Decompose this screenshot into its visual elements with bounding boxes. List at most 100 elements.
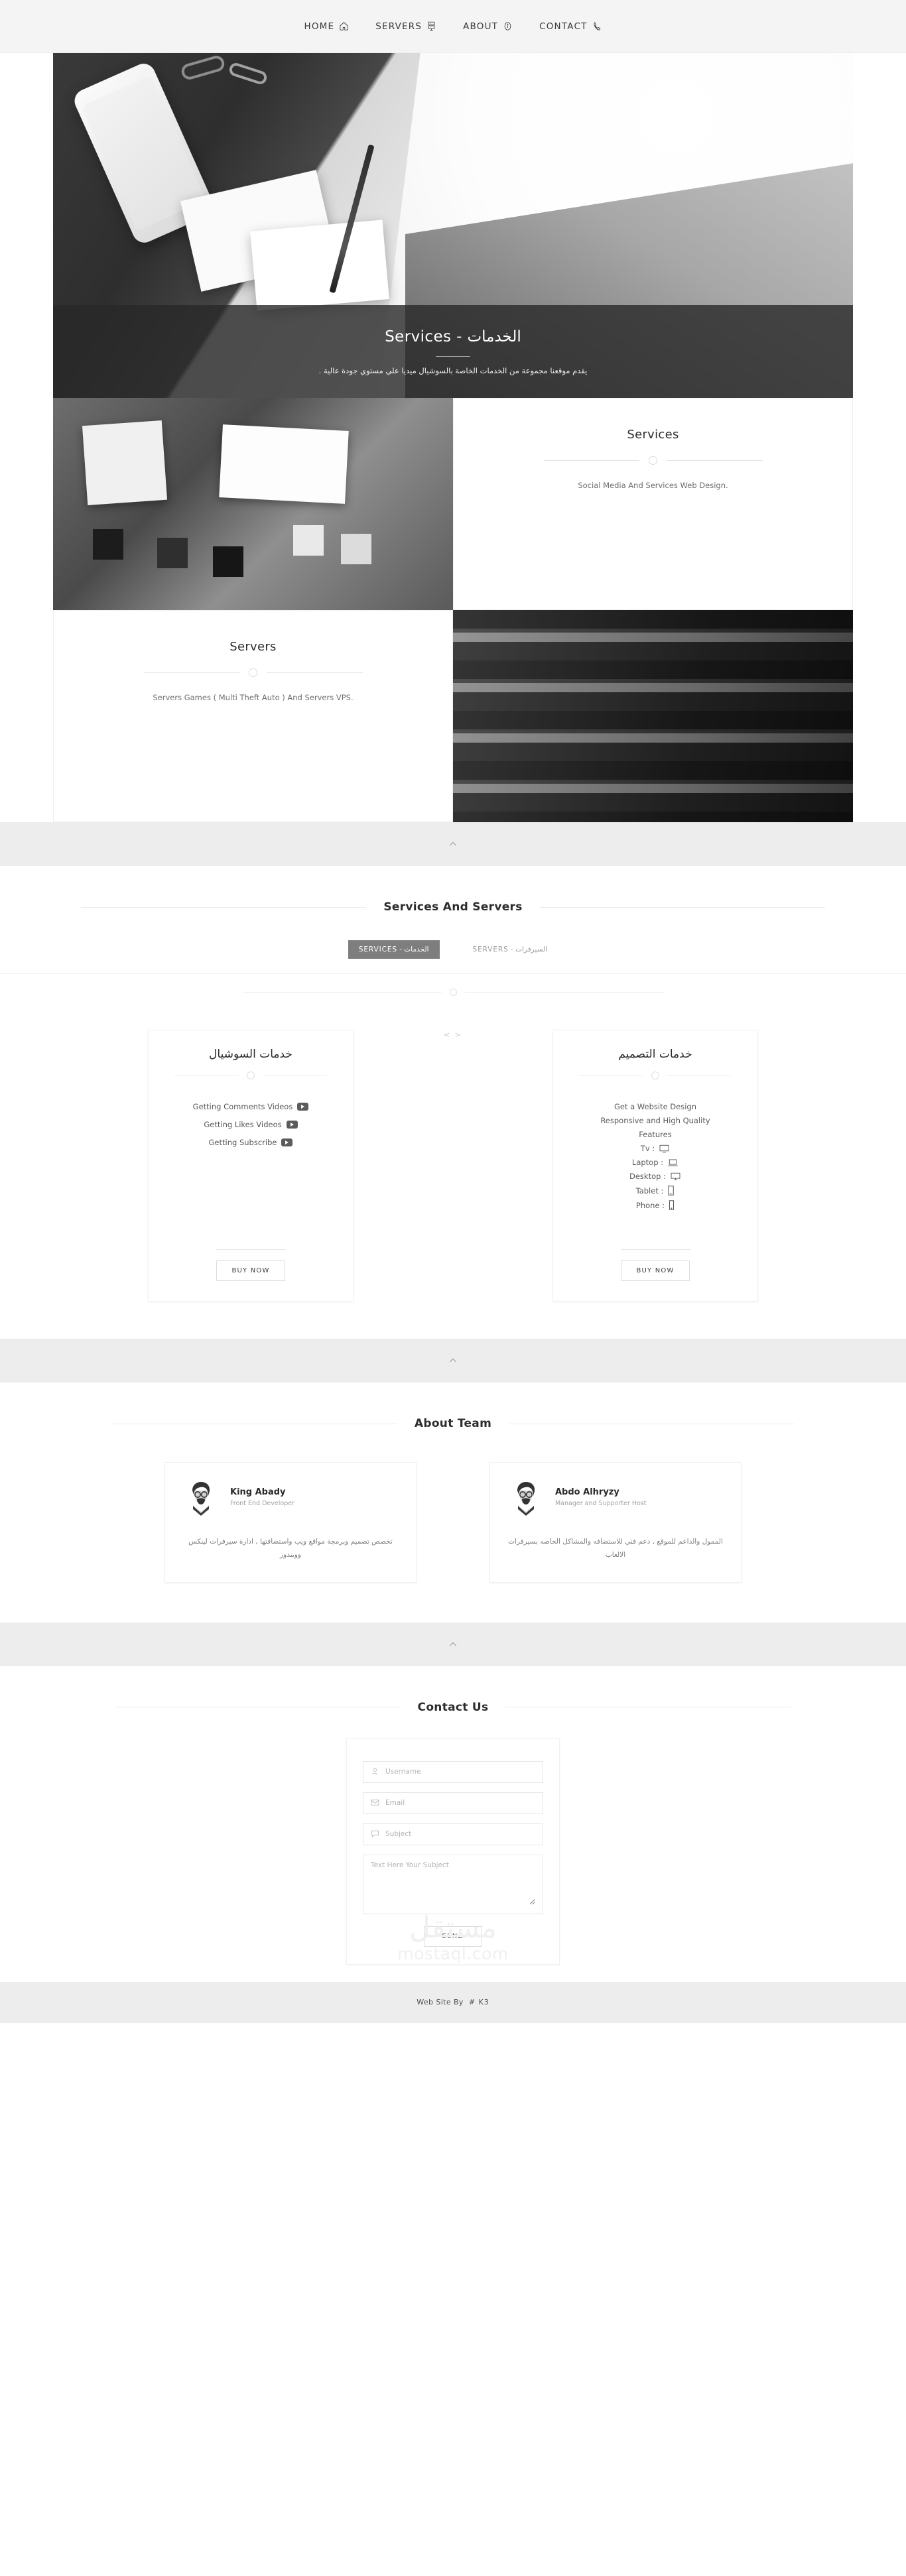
scroll-up-band-2[interactable] [0,1339,906,1382]
hero-banner-subtitle: يقدم موقعنا مجموعة من الخدمات الخاصة بال… [318,365,588,375]
chevron-up-icon [448,1355,458,1366]
nav-label-servers: SERVERS [375,21,422,32]
contact-section-title: Contact Us [417,1700,489,1714]
feature-row-services: Services Social Media And Services Web D… [53,398,853,610]
nav-item-about[interactable]: ABOUT [463,21,513,32]
device-label: Laptop : [631,1158,664,1167]
feature-cards: Services Social Media And Services Web D… [53,398,853,822]
user-icon [371,1766,379,1778]
team-section-title: About Team [414,1417,492,1430]
send-button[interactable]: SEND [424,1926,482,1947]
tablet-icon [667,1186,675,1196]
hero-section: Services - الخدمات يقدم موقعنا مجموعة من… [0,53,906,398]
username-field[interactable] [363,1760,543,1783]
buy-now-button-design[interactable]: BUY NOW [621,1260,690,1281]
divider-circle-icon [249,668,257,677]
team-cards: King Abady Front End Developer تخصص تصمي… [0,1462,906,1623]
tabs-divider-line-right [464,992,664,993]
tabs-divider [0,989,906,996]
youtube-icon [286,1121,298,1129]
subject-input[interactable] [385,1830,535,1839]
hero-note-shape-2 [249,219,389,311]
divider-circle-icon [247,1072,255,1079]
feature-item: Getting Comments Videos [193,1102,309,1111]
divider-line-left [174,1075,239,1076]
servers-photo [453,610,853,822]
team-member-description: الممول والداعم للموقع , دعم فني للاستضاف… [508,1538,723,1559]
design-card-divider [579,1072,732,1079]
phone-device-icon [669,1200,675,1210]
social-tile-1 [93,529,124,560]
footer-text: Web Site By [417,1998,464,2007]
device-row-tablet: Tablet : [636,1186,675,1196]
laptop-icon [667,1158,679,1167]
nav-item-contact[interactable]: CONTACT [539,21,602,32]
nav-item-home[interactable]: HOME [304,21,349,32]
services-title: Services [627,428,679,442]
hero-paperclip-shape [179,54,226,82]
email-field[interactable] [363,1792,543,1814]
youtube-icon [297,1103,309,1111]
team-member-name: King Abady [230,1487,286,1497]
services-text-panel: Services Social Media And Services Web D… [453,398,853,610]
pricing-card-social: خدمات السوشيال Getting Comments Videos G… [148,1030,354,1302]
feature-item: Getting Likes Videos [204,1120,298,1129]
username-input[interactable] [385,1768,535,1776]
heading-rule-right [539,906,825,908]
nav-item-servers[interactable]: SERVERS [375,21,436,32]
design-card-title: خدمات التصميم [618,1048,692,1061]
scroll-up-band-1[interactable] [0,822,906,866]
tabs-divider-line-left [242,992,442,993]
pricing-card-design: خدمات التصميم Get a Website Design Respo… [552,1030,758,1302]
tab-services[interactable]: الخدمات - SERVICES [348,940,440,959]
card-foot-rule [216,1249,286,1250]
buy-now-button-social[interactable]: BUY NOW [216,1260,285,1281]
message-box[interactable] [363,1854,543,1914]
divider-circle-icon [649,456,657,465]
divider-line-right [667,1075,732,1076]
feature-label: Getting Likes Videos [204,1120,282,1129]
message-textarea[interactable] [371,1861,535,1905]
desktop-icon [670,1172,681,1181]
info-icon [503,21,513,31]
contact-section-heading: Contact Us [0,1666,906,1714]
services-photo [53,398,453,610]
chevron-up-icon [448,1639,458,1650]
scroll-up-band-3[interactable] [0,1622,906,1666]
services-and-servers-section: Services And Servers الخدمات - SERVICES … [0,866,906,1339]
design-line: Get a Website Design [614,1102,697,1111]
divider-line-left [143,672,239,673]
pricing-cards: خدمات السوشيال Getting Comments Videos G… [0,1030,906,1339]
services-section-heading: Services And Servers [0,866,906,914]
device-row-laptop: Laptop : [632,1158,679,1167]
device-row-desktop: Desktop : [629,1172,681,1181]
about-team-section: About Team King Abady Front End Develope… [0,1382,906,1623]
feature-label: Getting Comments Videos [192,1102,293,1111]
social-tile-4 [292,525,324,556]
email-input[interactable] [385,1799,535,1808]
home-icon [339,21,349,31]
divider-line-left [543,460,639,461]
social-tile-3 [213,546,244,577]
team-member-description: تخصص تصميم وبرمجة مواقع ويب واستضافتها ,… [188,1538,393,1559]
top-navigation: HOME SERVERS ABOUT CONTACT [0,0,906,53]
tab-servers[interactable]: السيرفرات - SERVERS [462,940,558,959]
hero-banner-rule [436,355,470,357]
bearded-man-avatar [507,1479,545,1516]
subject-field[interactable] [363,1823,543,1845]
team-member-role: Front End Developer [230,1500,294,1507]
tabs-divider-circle-icon [449,989,457,996]
contact-section: Contact Us مستقل mostaql.com Username Em… [0,1666,906,1982]
team-member-info: King Abady Front End Developer [230,1487,294,1507]
card-foot-rule [620,1249,690,1250]
services-divider [543,456,763,465]
team-card-header: King Abady Front End Developer [182,1479,399,1516]
divider-line-left [579,1075,643,1076]
heading-rule-left [81,906,367,908]
team-member-role: Manager and Supporter Host [555,1500,647,1507]
social-tile-5 [341,533,372,564]
nav-label-home: HOME [304,21,335,32]
contact-form: SEND [346,1737,560,1965]
device-row-phone: Phone : [636,1200,675,1210]
servers-text-panel: Servers Servers Games ( Multi Theft Auto… [53,610,453,822]
